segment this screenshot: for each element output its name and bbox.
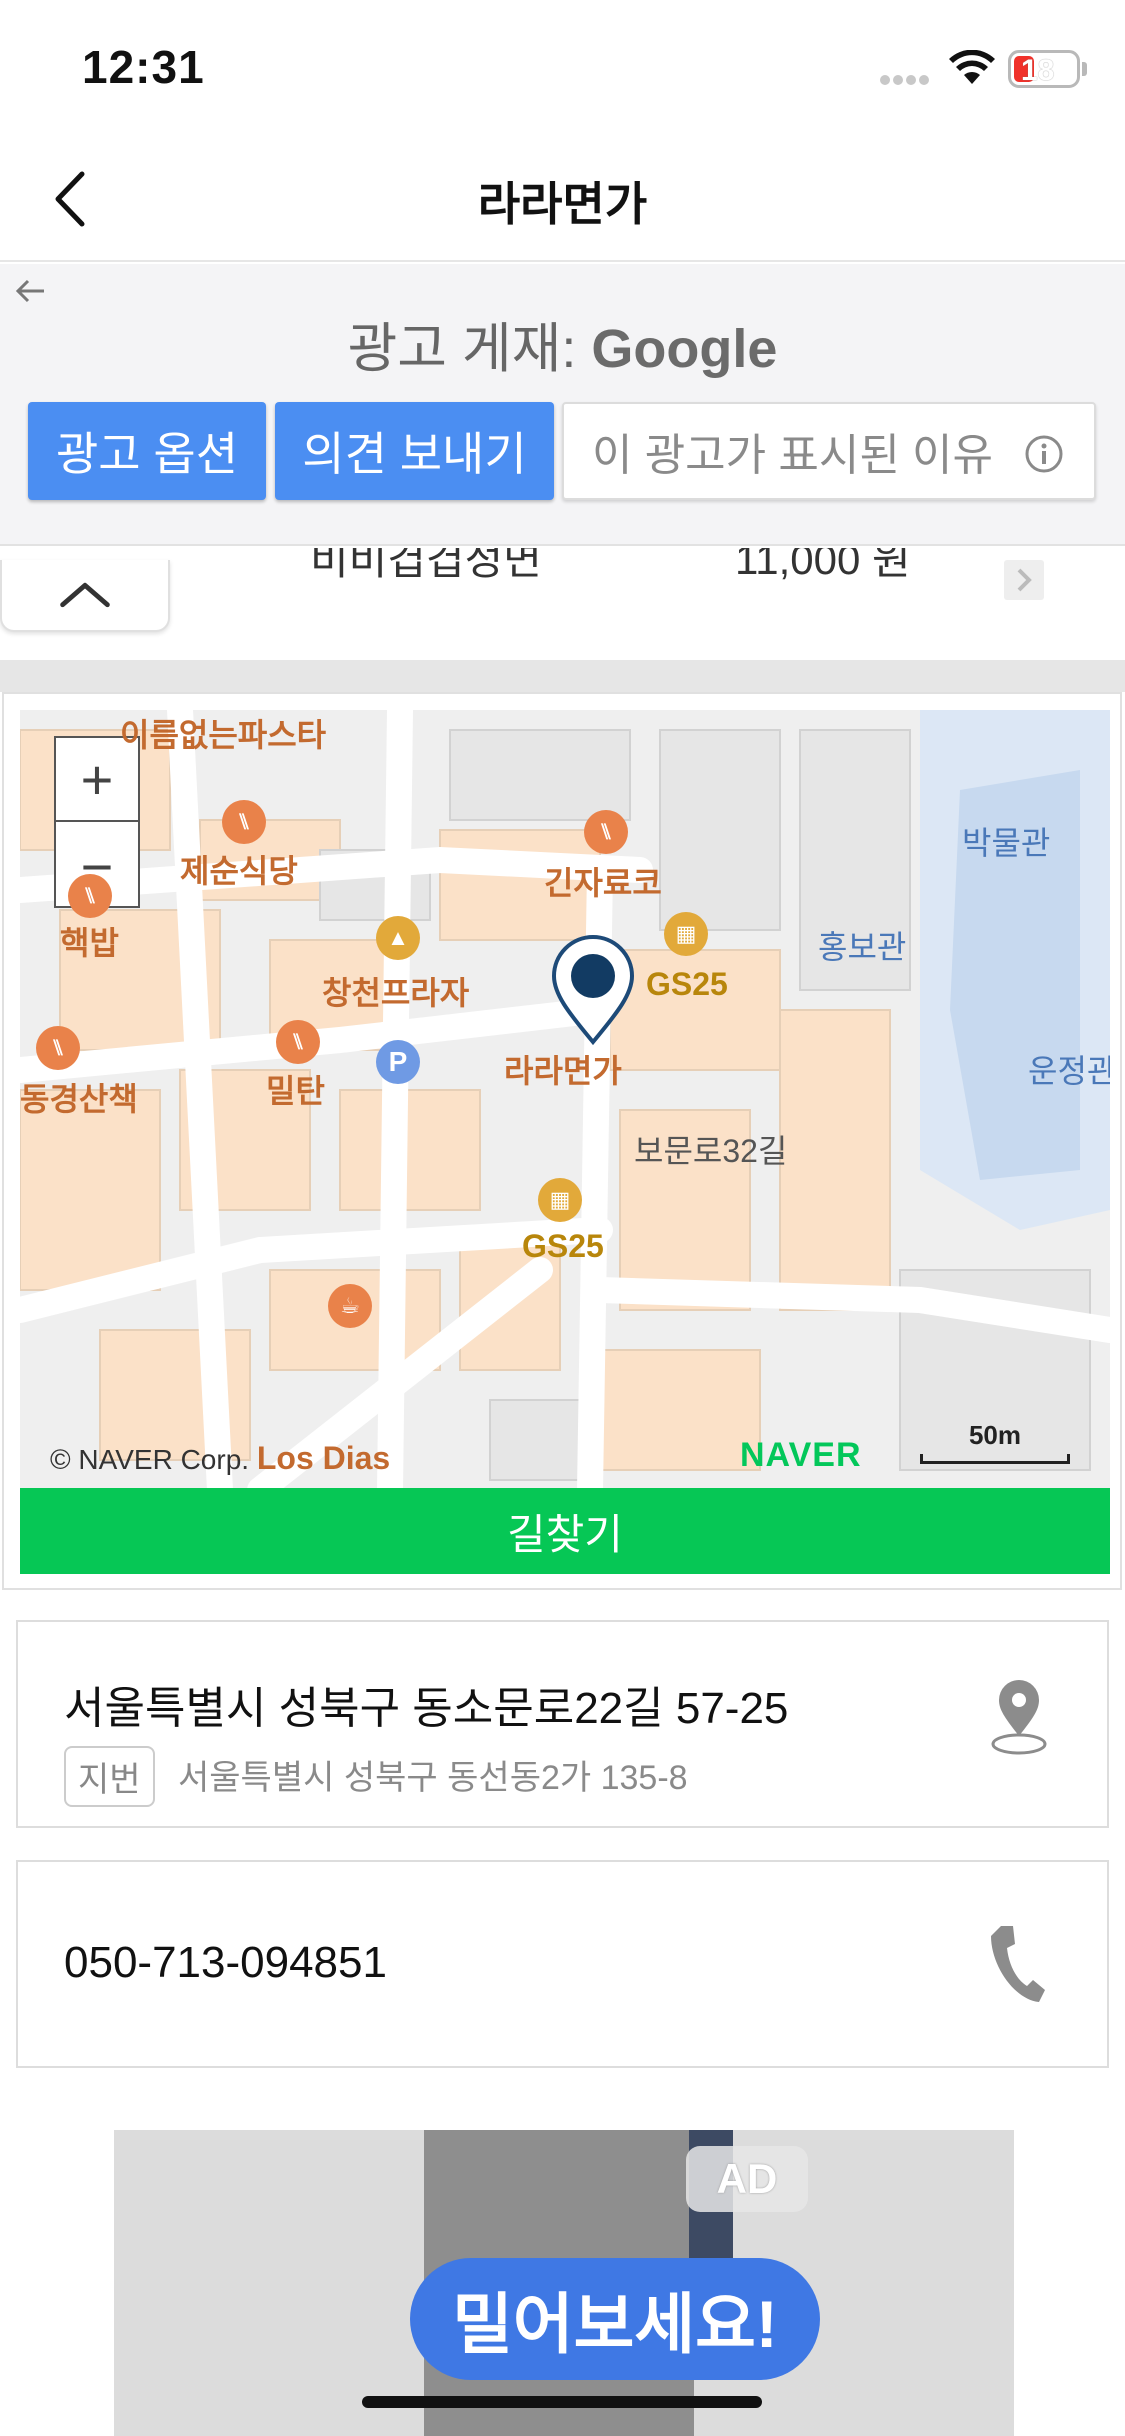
cafe-icon: ☕ bbox=[328, 1284, 372, 1328]
section-divider bbox=[0, 660, 1125, 692]
home-indicator[interactable] bbox=[362, 2396, 762, 2408]
map-pin-icon[interactable] bbox=[987, 1678, 1051, 1758]
collapse-button[interactable] bbox=[0, 560, 170, 632]
status-bar: 12:31 18 bbox=[0, 0, 1125, 140]
send-feedback-button[interactable]: 의견 보내기 bbox=[275, 402, 554, 500]
address-card[interactable]: 서울특별시 성북구 동소문로22길 57-25 지번 서울특별시 성북구 동선동… bbox=[16, 1620, 1109, 1828]
google-logo: Google bbox=[591, 319, 778, 379]
map-label-gs25-b: GS25 bbox=[522, 1228, 604, 1264]
map-label-jesun: 제순식당 bbox=[180, 853, 298, 889]
phone-icon[interactable] bbox=[987, 1922, 1047, 2006]
shopping-icon: ▲ bbox=[376, 916, 420, 960]
ad-back-arrow-icon[interactable] bbox=[14, 274, 48, 308]
ad-banner-cta[interactable]: 밀어보세요! bbox=[410, 2258, 820, 2380]
phone-number: 050-713-094851 bbox=[64, 1938, 387, 1987]
convenience-store-icon: ▦ bbox=[538, 1178, 582, 1222]
menu-item-price: 11,000 원 bbox=[735, 548, 911, 583]
convenience-store-icon: ▦ bbox=[664, 912, 708, 956]
restaurant-icon: ⑊ bbox=[36, 1026, 80, 1070]
restaurant-icon: ⑊ bbox=[276, 1020, 320, 1064]
map-label-losdias: Los Dias bbox=[256, 1440, 391, 1476]
restaurant-icon: ⑊ bbox=[68, 874, 112, 918]
ad-by-prefix: 광고 게재: bbox=[347, 319, 577, 379]
battery-level: 18 bbox=[1021, 54, 1055, 87]
parking-icon: P bbox=[376, 1040, 420, 1084]
battery-icon: 18 bbox=[1008, 50, 1080, 88]
why-this-ad-button[interactable]: 이 광고가 표시된 이유 bbox=[562, 402, 1096, 500]
directions-button[interactable]: 길찾기 bbox=[20, 1488, 1110, 1574]
map-label-hongbo: 홍보관 bbox=[818, 929, 907, 965]
map-label-dongkyung: 동경산책 bbox=[20, 1081, 138, 1117]
map-label-unjeong: 운정관 bbox=[1028, 1053, 1110, 1089]
map-label-ginza: 긴자료코 bbox=[544, 865, 662, 901]
naver-logo: NAVER bbox=[740, 1436, 862, 1474]
location-pin-icon[interactable] bbox=[548, 932, 638, 1052]
map-label-gs25-a: GS25 bbox=[646, 966, 728, 1002]
map-label-nameless-pasta: 이름없는파스타 bbox=[120, 717, 327, 753]
ad-banner[interactable]: AD 밀어보세요! bbox=[114, 2130, 1014, 2436]
map-label-changcheon: 창천프라자 bbox=[322, 975, 470, 1011]
cellular-signal-icon bbox=[880, 72, 934, 86]
jibun-address: 서울특별시 성북구 동선동2가 135-8 bbox=[178, 1759, 688, 1797]
map-label-bomunro: 보문로32길 bbox=[634, 1133, 788, 1169]
ad-options-button[interactable]: 광고 옵션 bbox=[28, 402, 266, 500]
page-title: 라라면가 bbox=[477, 178, 648, 230]
road-address: 서울특별시 성북구 동소문로22길 57-25 bbox=[64, 1684, 789, 1733]
copyright-text: © NAVER Corp. bbox=[50, 1444, 250, 1475]
info-icon bbox=[1025, 435, 1063, 473]
restaurant-icon: ⑊ bbox=[222, 800, 266, 844]
ad-badge: AD bbox=[686, 2146, 808, 2212]
jibun-badge: 지번 bbox=[64, 1746, 155, 1807]
ad-by-google: 광고 게재: Google bbox=[0, 304, 1125, 383]
map-scale: 50m bbox=[920, 1420, 1070, 1466]
restaurant-icon: ⑊ bbox=[584, 810, 628, 854]
phone-card[interactable]: 050-713-094851 bbox=[16, 1860, 1109, 2068]
wifi-icon bbox=[949, 50, 995, 84]
status-time: 12:31 bbox=[82, 41, 205, 93]
why-this-ad-label: 이 광고가 표시된 이유 bbox=[592, 431, 993, 480]
nav-header: 라라면가 bbox=[0, 140, 1125, 262]
map-label-hackbap: 핵밥 bbox=[60, 925, 119, 961]
map-view[interactable]: + − 이름없는파스타 ⑊ 제순식당 ⑊ 긴자료코 박물관 ⑊ 핵밥 ▲ 창천프… bbox=[20, 710, 1110, 1488]
map-label-museum: 박물관 bbox=[962, 825, 1051, 861]
map-card: + − 이름없는파스타 ⑊ 제순식당 ⑊ 긴자료코 박물관 ⑊ 핵밥 ▲ 창천프… bbox=[2, 692, 1122, 1590]
scale-label: 50m bbox=[968, 1420, 1022, 1450]
map-label-milltan: 밀탄 bbox=[266, 1073, 325, 1109]
map-label-rara: 라라면가 bbox=[504, 1053, 622, 1089]
chevron-right-icon[interactable] bbox=[1004, 560, 1044, 600]
scale-bar bbox=[920, 1454, 1070, 1464]
map-copyright: © NAVER Corp. Los Dias bbox=[50, 1440, 390, 1477]
menu-item-name: 비비겹겹정면 bbox=[310, 548, 542, 583]
ad-choices-bar: 광고 게재: Google 광고 옵션 의견 보내기 이 광고가 표시된 이유 bbox=[0, 264, 1125, 546]
map-background bbox=[20, 710, 1110, 1488]
